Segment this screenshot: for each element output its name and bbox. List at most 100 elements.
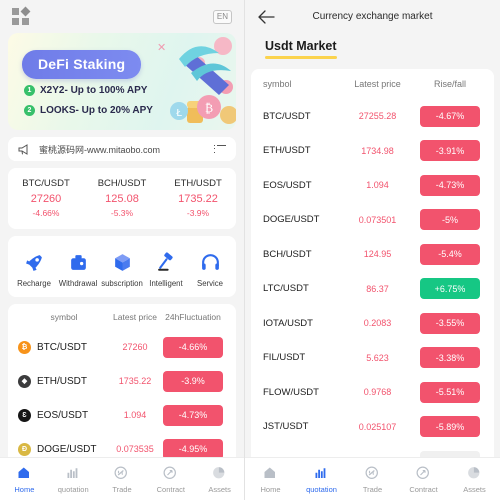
announcement-bar[interactable]: 蜜桃源码网-www.mitaobo.com	[8, 137, 236, 161]
row-price: 86.37	[366, 283, 389, 294]
ticker-price: 1735.22	[178, 193, 218, 205]
table-row[interactable]: ETH/USDT 1734.98 -3.91%	[251, 134, 494, 169]
col-price: Latest price	[113, 312, 157, 322]
trade-icon	[115, 466, 128, 479]
tab-contract[interactable]: Contract	[398, 465, 449, 494]
row-price: 0.2083	[363, 318, 392, 329]
ticker-item[interactable]: BTC/USDT 27260 -4.66%	[8, 178, 84, 218]
coin-icon: Ɛ	[18, 408, 31, 422]
language-button[interactable]: EN	[212, 9, 232, 24]
status-badge: -4.73%	[420, 174, 480, 196]
tab-home[interactable]: Home	[245, 465, 296, 494]
ticker-change: -4.66%	[32, 208, 60, 218]
row-symbol: EOS/USDT	[37, 409, 89, 421]
quotation-list-header: symbol Latest price Rise/fall	[251, 69, 494, 99]
wallet-icon	[56, 248, 100, 276]
market-list-header: symbol Latest price 24hFluctuation	[8, 304, 236, 330]
status-badge: -3.38%	[420, 347, 480, 369]
table-row[interactable]: IOTA/USDT 0.2083 -3.55%	[251, 306, 494, 341]
row-price: 0.073535	[116, 444, 154, 454]
market-tabs: Usdt Market	[245, 33, 500, 63]
ticker-price: 125.08	[105, 193, 139, 205]
tab-trade[interactable]: Trade	[98, 465, 147, 494]
tab-trade[interactable]: Trade	[347, 465, 398, 494]
table-row[interactable]: FIL/USDT 5.623 -3.38%	[251, 341, 494, 376]
action-label: Recharge	[17, 279, 51, 288]
tab-usdt-market[interactable]: Usdt Market	[265, 39, 337, 63]
row-symbol: JST/USDT	[263, 421, 309, 433]
ticker-item[interactable]: BCH/USDT 125.08 -5.3%	[84, 178, 160, 218]
page-title: Currency exchange market	[312, 11, 433, 22]
row-symbol: BCH/USDT	[263, 248, 312, 260]
col-symbol: symbol	[50, 312, 78, 322]
list-icon[interactable]	[214, 144, 226, 154]
contract-icon	[146, 465, 195, 482]
coin-icon: ◆	[18, 374, 31, 388]
banner-line-2: 2 LOOKS- Up to 20% APY	[24, 105, 153, 116]
status-badge: -5%	[420, 209, 480, 231]
headset-icon	[201, 253, 219, 270]
tab-label: Contract	[156, 484, 185, 494]
tab-quotation[interactable]: quotation	[296, 465, 347, 494]
coin-icon: ₿	[18, 340, 31, 354]
tab-quotation[interactable]: quotation	[49, 465, 98, 494]
status-badge: -3.9%	[163, 370, 223, 392]
status-badge: -5.51%	[420, 381, 480, 403]
tab-underline	[265, 56, 337, 59]
tab-home[interactable]: Home	[0, 465, 49, 494]
promo-banner[interactable]: ₿ Ł ✕ DeFi Staking 1 X2Y2- Up to 100% AP…	[8, 33, 236, 130]
assets-pie-icon	[213, 466, 225, 478]
table-row[interactable]: BTC/USDT 27255.28 -4.67%	[251, 99, 494, 134]
action-service[interactable]: Service	[188, 248, 232, 288]
home-icon	[18, 467, 29, 478]
status-badge: -5.4%	[420, 243, 480, 265]
status-badge: +6.75%	[420, 278, 480, 300]
contract-icon	[163, 466, 177, 479]
home-screen: EN ₿ Ł ✕ DeFi Staking 1 X2Y2- Up to 100%…	[0, 0, 245, 500]
tab-label: Trade	[362, 484, 383, 494]
table-row[interactable]: DOGE/USDT 0.073501 -5%	[251, 203, 494, 238]
cube-icon	[114, 253, 130, 271]
status-badge: -5.89%	[420, 416, 480, 438]
grid-menu-icon[interactable]	[12, 6, 31, 25]
row-price: 0.9768	[363, 387, 392, 398]
tab-contract[interactable]: Contract	[146, 465, 195, 494]
table-row[interactable]: ₿ BTC/USDT 27260 -4.66%	[8, 330, 236, 364]
rocket-icon	[12, 248, 56, 276]
col-change: Rise/fall	[433, 79, 466, 89]
ticker-item[interactable]: ETH/USDT 1735.22 -3.9%	[160, 178, 236, 218]
table-row[interactable]: ◆ ETH/USDT 1735.22 -3.9%	[8, 364, 236, 398]
tab-usdt-market-label: Usdt Market	[265, 39, 337, 53]
tab-label: Home	[260, 484, 281, 494]
action-subscription[interactable]: subscription	[100, 248, 144, 288]
trade-icon	[347, 465, 398, 482]
bottom-tabbar-quotation: Home quotation Trade Contract Assets	[245, 457, 500, 500]
table-row[interactable]: FLOW/USDT 0.9768 -5.51%	[251, 375, 494, 410]
tab-assets[interactable]: Assets	[449, 465, 500, 494]
row-price: 0.025107	[358, 421, 397, 432]
home-icon	[245, 465, 296, 482]
table-row[interactable]: EOS/USDT 1.094 -4.73%	[251, 168, 494, 203]
trade-icon	[98, 465, 147, 482]
tab-label: Trade	[112, 484, 132, 494]
ticker-change: -5.3%	[110, 208, 134, 218]
action-recharge[interactable]: Recharge	[12, 248, 56, 288]
assets-pie-icon	[195, 465, 244, 482]
row-price: 1.094	[123, 410, 147, 420]
contract-icon	[398, 465, 449, 482]
table-row[interactable]: JST/USDT 0.025107 -5.89%	[251, 410, 494, 445]
table-row[interactable]: LTC/USDT 86.37 +6.75%	[251, 272, 494, 307]
tab-assets[interactable]: Assets	[195, 465, 244, 494]
gavel-icon	[144, 248, 188, 276]
action-intelligent[interactable]: Intelligent	[144, 248, 188, 288]
action-withdrawal[interactable]: Withdrawal	[56, 248, 100, 288]
rocket-icon	[25, 254, 42, 271]
table-row[interactable]: Ɛ EOS/USDT 1.094 -4.73%	[8, 398, 236, 432]
col-price: Latest price	[354, 79, 401, 89]
row-price: 1735.22	[118, 376, 152, 386]
chart-bars-icon	[67, 467, 78, 478]
quotation-screen: Currency exchange market Usdt Market sym…	[245, 0, 500, 500]
chart-bars-icon	[315, 467, 326, 478]
quick-actions: Recharge Withdrawal subscription Intelli…	[8, 236, 236, 297]
table-row[interactable]: BCH/USDT 124.95 -5.4%	[251, 237, 494, 272]
